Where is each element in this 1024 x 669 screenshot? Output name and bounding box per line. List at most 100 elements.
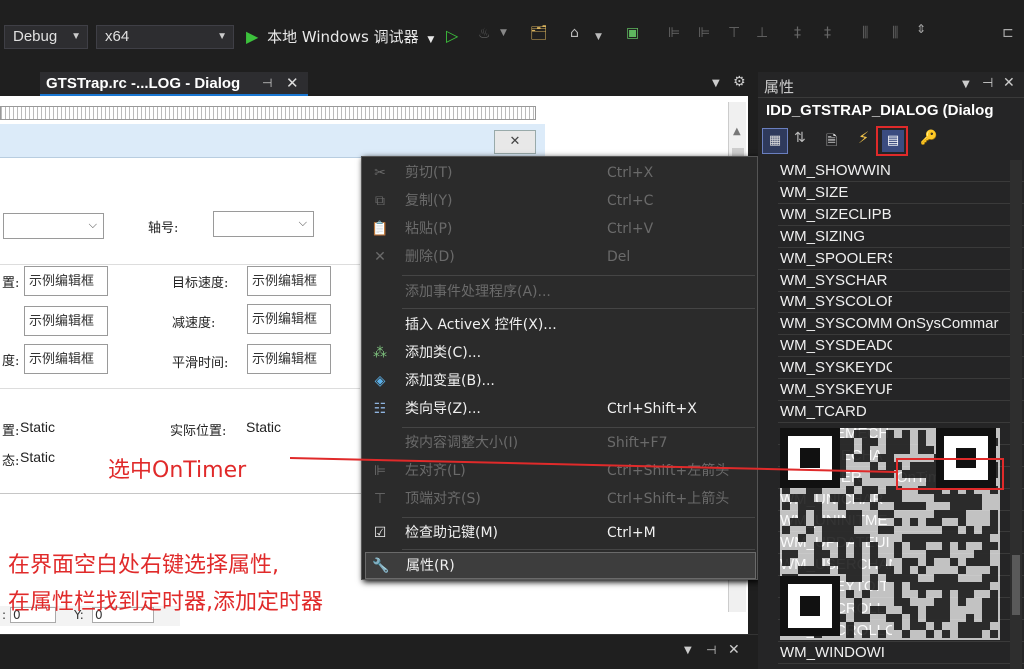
message-row[interactable]: WM_SYSCHAR [778,270,1024,292]
add-variable-icon: ◈ [374,373,386,389]
close-icon[interactable]: ✕ [286,72,299,95]
vertical-scrollbar[interactable] [1010,160,1022,669]
menu-item-class-wizard[interactable]: ☷ 类向导(Z)... Ctrl+Shift+X [362,396,757,423]
message-row[interactable]: WM_TCARD [778,401,1024,423]
configuration-select[interactable]: Debug ▼ [4,25,88,49]
tab-list-dropdown-icon[interactable]: ▼ [712,78,720,89]
message-handler[interactable]: OnSysCommar [896,313,1024,334]
events-icon[interactable]: ⚡ [858,128,869,147]
menu-item-cut[interactable]: ✂ 剪切(T) Ctrl+X [362,160,757,187]
decel-edit[interactable]: 示例编辑框 [247,304,331,334]
align-top-icon: ⊤ [373,491,387,507]
menu-item-label: 类向导(Z)... [405,401,481,417]
close-icon[interactable]: ✕ [728,642,740,658]
align-left-icon[interactable]: ⊫ [668,25,680,41]
message-name: WM_SYSKEYDC [780,359,892,377]
close-icon[interactable]: ✕ [1003,75,1015,91]
scissors-icon: ✂ [374,165,386,181]
message-row[interactable]: WM_SYSCOMM OnSysCommar [778,313,1024,336]
class-wizard-icon: ☷ [373,401,387,417]
start-without-debugging-icon[interactable]: ▷ [446,26,458,45]
message-row[interactable]: WM_SYSKEYUP [778,379,1024,401]
center-horizontal-icon[interactable]: ‡ [824,25,831,41]
mode-combobox[interactable]: ⌵ [3,213,104,239]
context-menu: ✂ 剪切(T) Ctrl+X ⧉ 复制(Y) Ctrl+C 📋 粘贴(P) Ct… [361,156,758,580]
wrench-icon: 🔧 [372,558,390,574]
menu-item-check-mnemonics[interactable]: ☑ 检查助记键(M) Ctrl+M [362,520,757,547]
message-row[interactable]: WM_WINDOWI [778,642,1024,664]
messages-icon[interactable]: ▤ [882,130,904,152]
alphabetical-icon[interactable]: ⇅ [794,130,806,146]
categorized-icon[interactable]: ▦ [762,128,788,154]
find-in-files-icon[interactable]: 🗂 [530,25,548,41]
start-debugging-button[interactable]: ▶ 本地 Windows 调试器 ▼ [246,25,440,49]
target-speed-edit[interactable]: 示例编辑框 [247,266,331,296]
x-label: : [2,608,7,622]
message-row[interactable]: WM_SYSDEADC [778,335,1024,358]
properties-object-name[interactable]: IDD_GTSTRAP_DIALOG (Dialog [766,102,1016,124]
align-top-icon[interactable]: ⊤ [728,25,740,41]
space-across-icon[interactable]: ⫼ [862,25,868,41]
annotation-instruction-line1: 在界面空白处右键选择属性, [8,553,279,578]
menu-item-add-event-handler[interactable]: 添加事件处理程序(A)... [362,279,757,306]
close-icon[interactable]: ✕ [494,130,536,154]
speed-edit[interactable]: 示例编辑框 [24,344,108,374]
chevron-down-icon[interactable]: ▼ [962,79,970,90]
align-right-icon[interactable]: ⊫ [698,25,710,41]
hot-reload-icon[interactable]: ♨ [478,26,491,42]
menu-item-properties[interactable]: 🔧 属性(R) [365,552,756,579]
menu-item-add-class[interactable]: ⁂ 添加类(C)... [362,340,757,367]
gear-icon[interactable]: ⚙ [733,74,746,90]
tab-gtstrap-dialog[interactable]: GTSTrap.rc -...LOG - Dialog ⊣ ✕ [40,72,308,96]
smooth-time-label: 平滑时间: [172,356,229,371]
message-row[interactable]: WM_SYSKEYDC [778,357,1024,380]
message-row[interactable]: WM_SPOOLERS [778,248,1024,270]
layout-icon[interactable]: ⌂ [570,25,579,41]
speed-label: 度: [2,354,20,369]
center-vertical-icon[interactable]: ‡ [794,25,801,41]
test-dialog-icon[interactable]: ▣ [626,25,639,41]
toolbar-overflow-icon[interactable]: ⇕ [916,22,926,36]
message-row[interactable]: WM_SIZE [778,182,1024,204]
pin-icon[interactable]: ⊣ [262,72,272,95]
menu-item-copy[interactable]: ⧉ 复制(Y) Ctrl+C [362,188,757,215]
platform-select[interactable]: x64 ▼ [96,25,234,49]
add-class-icon: ⁂ [373,345,387,361]
chevron-down-icon[interactable]: ▼ [595,32,602,42]
dialog-caption-bar: ✕ [0,124,545,158]
tab-title: GTSTrap.rc -...LOG - Dialog [46,75,241,92]
menu-item-label: 复制(Y) [405,193,453,209]
menu-item-align-top[interactable]: ⊤ 顶端对齐(S) Ctrl+Shift+上箭头 [362,486,757,513]
message-name: WM_SYSKEYUP [780,381,892,398]
menu-item-paste[interactable]: 📋 粘贴(P) Ctrl+V [362,216,757,243]
align-bottom-icon[interactable]: ⊥ [756,25,768,41]
pin-icon[interactable]: ⊣ [706,643,716,657]
menu-item-size-to-content[interactable]: 按内容调整大小(I) Shift+F7 [362,430,757,457]
menu-item-delete[interactable]: ✕ 删除(D) Del [362,244,757,271]
message-row[interactable]: WM_SHOWWIN [778,160,1024,182]
overrides-icon[interactable]: 🔑 [920,130,937,146]
menu-item-add-variable[interactable]: ◈ 添加变量(B)... [362,368,757,395]
message-row[interactable]: WM_SYSCOLOR [778,291,1024,314]
axis-combobox[interactable]: ⌵ [213,211,314,237]
space-down-icon[interactable]: ⫼ [892,25,898,41]
chevron-down-icon[interactable]: ▼ [500,28,507,38]
properties-icon[interactable]: 🗎 [826,130,837,154]
menu-item-shortcut: Ctrl+X [607,165,654,181]
configuration-value: Debug [13,28,58,45]
group-divider [0,388,360,389]
position-edit[interactable]: 示例编辑框 [24,266,108,296]
position-label: 置: [2,276,20,291]
menu-item-shortcut: Ctrl+Shift+上箭头 [607,491,730,507]
message-row[interactable]: WM_SIZECLIPBO [778,204,1024,226]
message-row[interactable]: WM_SIZING [778,226,1024,248]
chevron-down-icon[interactable]: ▼ [684,645,692,656]
message-name: WM_SIZING [780,227,865,245]
feedback-icon[interactable]: ⊏ [1002,25,1014,41]
pin-icon[interactable]: ⊣ [982,76,993,91]
message-row[interactable]: WM_WINDOWI [778,664,1024,669]
accel-edit[interactable]: 示例编辑框 [24,306,108,336]
menu-item-insert-activex[interactable]: 插入 ActiveX 控件(X)... [362,312,757,339]
message-name: WM_TCARD [780,402,867,420]
smooth-time-edit[interactable]: 示例编辑框 [247,344,331,374]
